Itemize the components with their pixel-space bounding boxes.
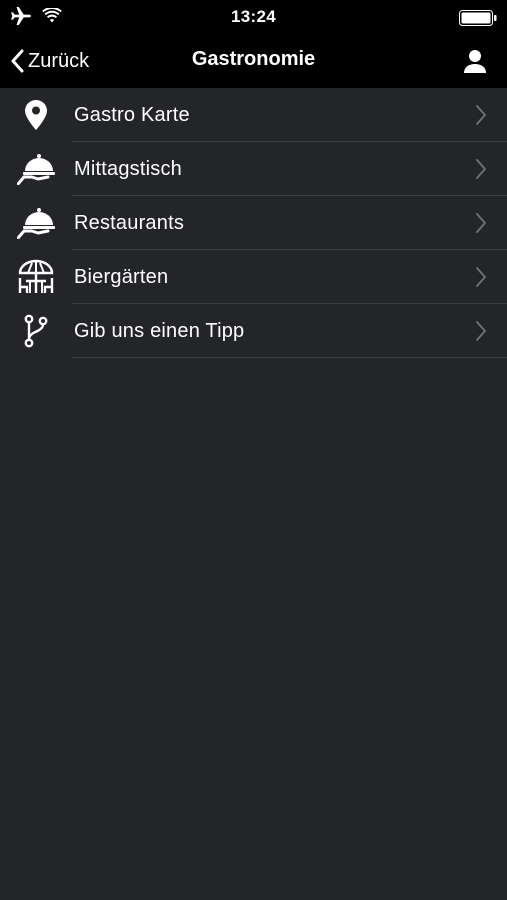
map-pin-icon xyxy=(16,97,56,133)
battery-icon xyxy=(459,10,497,26)
list-item-label: Biergärten xyxy=(74,265,169,288)
serving-cloche-icon xyxy=(16,151,56,187)
list-item-label: Gastro Karte xyxy=(74,103,190,126)
page-title: Gastronomie xyxy=(191,48,316,70)
list-item-label: Restaurants xyxy=(74,211,185,234)
chevron-right-icon xyxy=(476,267,486,287)
list-item-biergaerten[interactable]: Biergärten xyxy=(0,250,507,304)
chevron-right-icon xyxy=(476,321,486,341)
branch-icon xyxy=(16,313,56,349)
status-bar: 13:24 xyxy=(0,0,507,34)
beer-garden-umbrella-icon xyxy=(16,259,56,295)
chevron-right-icon xyxy=(476,159,486,179)
list-item-gastro-karte[interactable]: Gastro Karte xyxy=(0,88,507,142)
navigation-bar: Zurück Gastronomie xyxy=(0,34,507,88)
list-item-restaurants[interactable]: Restaurants xyxy=(0,196,507,250)
status-time: 13:24 xyxy=(231,7,276,26)
chevron-right-icon xyxy=(476,105,486,125)
list-item-label: Mittagstisch xyxy=(74,157,182,180)
list-item-tipp[interactable]: Gib uns einen Tipp xyxy=(0,304,507,358)
divider xyxy=(72,357,507,358)
list-item-mittagstisch[interactable]: Mittagstisch xyxy=(0,142,507,196)
user-icon[interactable] xyxy=(463,48,487,74)
menu-list: Gastro Karte Mittagstisch Restaurants Bi… xyxy=(0,88,507,358)
serving-cloche-icon xyxy=(16,205,56,241)
chevron-right-icon xyxy=(476,213,486,233)
list-item-label: Gib uns einen Tipp xyxy=(74,319,245,342)
